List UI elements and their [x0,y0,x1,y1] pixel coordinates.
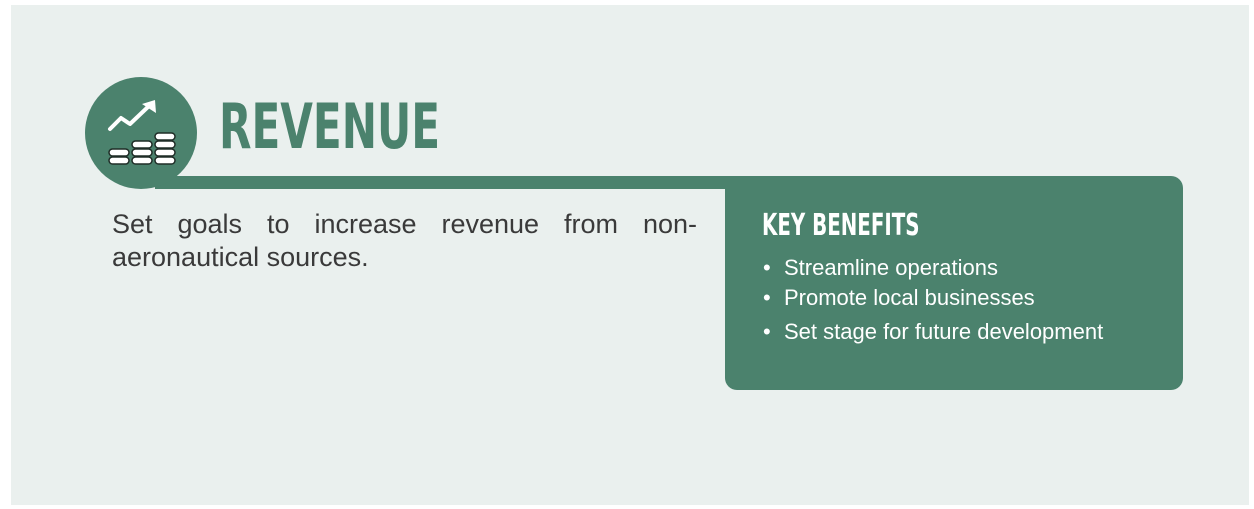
key-benefits-panel: KEY BENEFITS • Streamline operations • Pro… [725,176,1183,390]
bullet-icon: • [763,285,771,310]
key-benefits-title: KEY BENEFITS [762,208,920,243]
goal-description: Set goals to increase revenue from non-a… [112,209,697,272]
benefit-item: • Streamline operations [762,255,1103,285]
revenue-icon-badge [85,77,197,189]
revenue-growth-coins-icon [108,100,176,165]
header-divider-bar [155,176,745,189]
page-title: REVENUE [219,90,441,163]
bullet-icon: • [763,255,771,280]
benefit-item: • Promote local businesses [762,285,1103,319]
key-benefits-list: • Streamline operations • Promote local bu… [762,255,1103,349]
bullet-icon: • [763,319,771,344]
benefit-item-label: Set stage for future development [784,319,1104,344]
benefit-item: • Set stage for future development [762,319,1103,349]
benefit-item-label: Streamline operations [784,255,999,280]
benefit-item-label: Promote local businesses [784,285,1035,310]
